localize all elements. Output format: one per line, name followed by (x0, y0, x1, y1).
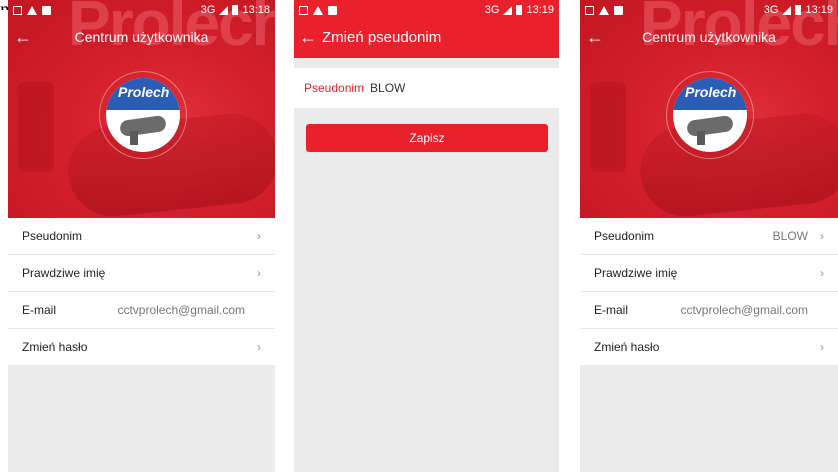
signal-icon (503, 5, 513, 15)
clock: 13:18 (242, 4, 270, 16)
network-type: 3G (484, 4, 500, 16)
row-email: E-mail cctvprolech@gmail.com (580, 292, 838, 329)
nickname-label: Pseudonim (304, 81, 365, 95)
gallery-icon (42, 5, 51, 15)
phone-screen-user-center-updated: Prolech 3G 13:19 ← Centrum użytkownika P… (580, 0, 838, 472)
screenshot-icon (13, 5, 22, 15)
chevron-right-icon: › (257, 229, 261, 243)
row-pseudonim[interactable]: Pseudonim BLOW › (580, 218, 838, 255)
avatar-camera-image (119, 114, 167, 138)
row-label: Pseudonim (594, 229, 655, 243)
screenshot-icon (299, 5, 308, 15)
back-arrow-icon[interactable]: ← (294, 20, 322, 54)
app-bar: ← Zmień pseudonim (294, 20, 559, 54)
chevron-right-icon: › (257, 266, 261, 280)
drive-icon (599, 5, 609, 15)
row-label: Zmień hasło (594, 340, 660, 354)
row-label: Zmień hasło (22, 340, 88, 354)
screenshot-icon (585, 5, 594, 15)
profile-list: Pseudonim › Prawdziwe imię › E-mail cctv… (8, 218, 275, 365)
back-arrow-icon[interactable]: ← (580, 20, 610, 54)
chevron-right-icon: › (820, 340, 824, 354)
row-label: Prawdziwe imię (22, 266, 106, 280)
status-bar: 3G 13:19 (294, 0, 559, 20)
app-bar: ← Centrum użytkownika (580, 20, 838, 54)
phone-screen-user-center: Prolech 3G 13:18 ← Centrum użytkownika P… (8, 0, 275, 472)
status-bar: 3G 13:18 (8, 0, 275, 20)
row-zmien-haslo[interactable]: Zmień hasło › (580, 329, 838, 365)
page-title: Centrum użytkownika (74, 29, 209, 45)
nickname-input[interactable]: BLOW (370, 81, 405, 95)
avatar[interactable]: Prolech (673, 78, 747, 152)
row-value: BLOW (772, 229, 808, 243)
signal-icon (782, 5, 792, 15)
banner-camera-mount (590, 82, 626, 172)
status-bar: 3G 13:19 (580, 0, 838, 20)
row-pseudonim[interactable]: Pseudonim › (8, 218, 275, 255)
avatar-brand-text: Prolech (685, 84, 737, 100)
avatar-camera-mount (697, 131, 705, 145)
banner-camera-mount (18, 82, 54, 172)
chevron-right-icon: › (820, 229, 824, 243)
clock: 13:19 (805, 4, 833, 16)
row-prawdziwe-imie[interactable]: Prawdziwe imię › (8, 255, 275, 292)
nickname-field[interactable]: Pseudonim BLOW (294, 68, 559, 108)
avatar[interactable]: Prolech (106, 78, 180, 152)
save-button[interactable]: Zapisz (306, 124, 548, 152)
gallery-icon (328, 5, 337, 15)
row-prawdziwe-imie[interactable]: Prawdziwe imię › (580, 255, 838, 292)
avatar-camera-mount (130, 131, 138, 145)
signal-icon (219, 5, 229, 15)
avatar-brand-text: Prolech (118, 84, 170, 100)
row-label: Pseudonim (22, 229, 83, 243)
page-title: Zmień pseudonim (322, 28, 442, 46)
row-label: E-mail (594, 303, 629, 317)
network-type: 3G (763, 4, 779, 16)
avatar-ring: Prolech (666, 71, 754, 159)
battery-icon (516, 5, 523, 15)
row-zmien-haslo[interactable]: Zmień hasło › (8, 329, 275, 365)
gallery-icon (614, 5, 623, 15)
page-title: Centrum użytkownika (642, 29, 776, 45)
battery-icon (232, 5, 239, 15)
clock: 13:19 (526, 4, 554, 16)
app-bar: ← Centrum użytkownika (8, 20, 275, 54)
row-label: E-mail (22, 303, 57, 317)
row-label: Prawdziwe imię (594, 266, 678, 280)
network-type: 3G (200, 4, 216, 16)
row-value: cctvprolech@gmail.com (117, 303, 245, 317)
chevron-right-icon: › (820, 266, 824, 280)
drive-icon (313, 5, 323, 15)
chevron-right-icon: › (257, 340, 261, 354)
row-email: E-mail cctvprolech@gmail.com (8, 292, 275, 329)
profile-list: Pseudonim BLOW › Prawdziwe imię › E-mail… (580, 218, 838, 365)
phone-screen-change-nickname: 3G 13:19 ← Zmień pseudonim Pseudonim BLO… (294, 0, 559, 472)
avatar-camera-image (686, 114, 734, 138)
avatar-ring: Prolech (99, 71, 187, 159)
back-arrow-icon[interactable]: ← (8, 20, 38, 54)
row-value: cctvprolech@gmail.com (680, 303, 808, 317)
drive-icon (27, 5, 37, 15)
battery-icon (795, 5, 802, 15)
